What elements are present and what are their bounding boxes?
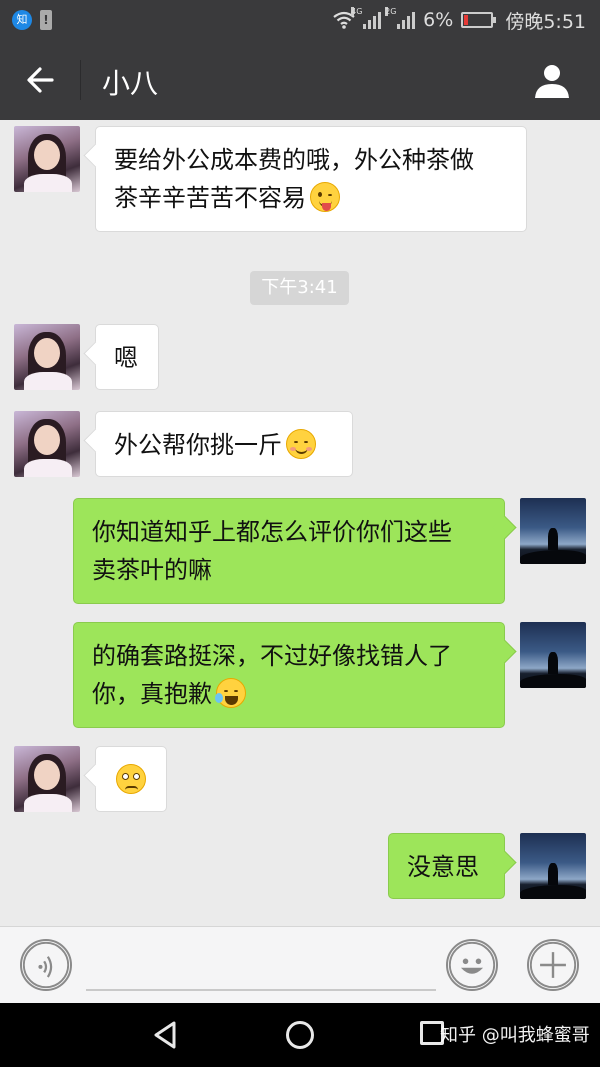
my-avatar[interactable] — [520, 498, 586, 564]
voice-button[interactable] — [20, 939, 72, 991]
laugh-cry-emoji — [215, 678, 246, 708]
message-text: 没意思 — [407, 853, 479, 881]
message-input[interactable] — [86, 989, 436, 991]
smiling-blush-emoji — [286, 429, 316, 459]
add-more-button[interactable] — [527, 939, 579, 991]
header-divider — [80, 60, 81, 100]
signal-4g-icon: 4G — [351, 7, 382, 29]
time-separator: 下午3:41 — [250, 271, 349, 305]
battery-icon — [461, 12, 497, 28]
contact-name: 小八 — [102, 67, 159, 100]
message-text: 外公帮你挑一斤 — [114, 431, 282, 459]
alert-icon: ! — [40, 10, 52, 30]
input-bar — [0, 926, 600, 1003]
message-bubble[interactable]: 要给外公成本费的哦，外公种茶做 茶辛辛苦苦不容易 — [95, 126, 527, 232]
status-bar: 知 ! 4G 2G 6% 傍晚5:51 — [0, 0, 600, 40]
nav-home-icon[interactable] — [286, 1021, 314, 1049]
system-nav-bar: 知乎 @叫我蜂蜜哥 — [0, 1003, 600, 1067]
contact-avatar[interactable] — [14, 746, 80, 812]
contact-avatar[interactable] — [14, 411, 80, 477]
message-bubble[interactable] — [95, 746, 167, 812]
message-bubble[interactable]: 的确套路挺深，不过好像找错人了 你，真抱歉 — [73, 622, 505, 728]
confused-emoji — [116, 764, 146, 794]
watermark: 知乎 @叫我蜂蜜哥 — [440, 1025, 590, 1046]
message-text: 要给外公成本费的哦，外公种茶做 茶辛辛苦苦不容易 — [114, 146, 474, 212]
my-avatar[interactable] — [520, 622, 586, 688]
person-icon[interactable] — [532, 60, 572, 100]
contact-avatar[interactable] — [14, 324, 80, 390]
message-bubble[interactable]: 外公帮你挑一斤 — [95, 411, 353, 477]
zhihu-app-icon: 知 — [12, 10, 32, 30]
emoji-button[interactable] — [446, 939, 498, 991]
message-text: 嗯 — [114, 344, 138, 372]
message-bubble[interactable]: 你知道知乎上都怎么评价你们这些 卖茶叶的嘛 — [73, 498, 505, 604]
signal-2g-icon: 2G — [385, 7, 416, 29]
clock: 傍晚5:51 — [505, 10, 586, 33]
chat-area[interactable]: 要给外公成本费的哦，外公种茶做 茶辛辛苦苦不容易 下午3:41 嗯 外公帮你挑一… — [0, 120, 600, 926]
my-avatar[interactable] — [520, 833, 586, 899]
chat-header: 小八 — [0, 40, 600, 120]
message-text: 的确套路挺深，不过好像找错人了 你，真抱歉 — [92, 642, 452, 708]
nav-back-icon[interactable] — [150, 1019, 182, 1051]
message-bubble[interactable]: 嗯 — [95, 324, 159, 390]
message-text: 你知道知乎上都怎么评价你们这些 卖茶叶的嘛 — [92, 518, 452, 584]
winking-tongue-emoji — [310, 182, 340, 212]
contact-avatar[interactable] — [14, 126, 80, 192]
battery-percent: 6% — [423, 9, 454, 31]
message-bubble[interactable]: 没意思 — [388, 833, 505, 899]
back-arrow-icon[interactable] — [22, 60, 62, 100]
